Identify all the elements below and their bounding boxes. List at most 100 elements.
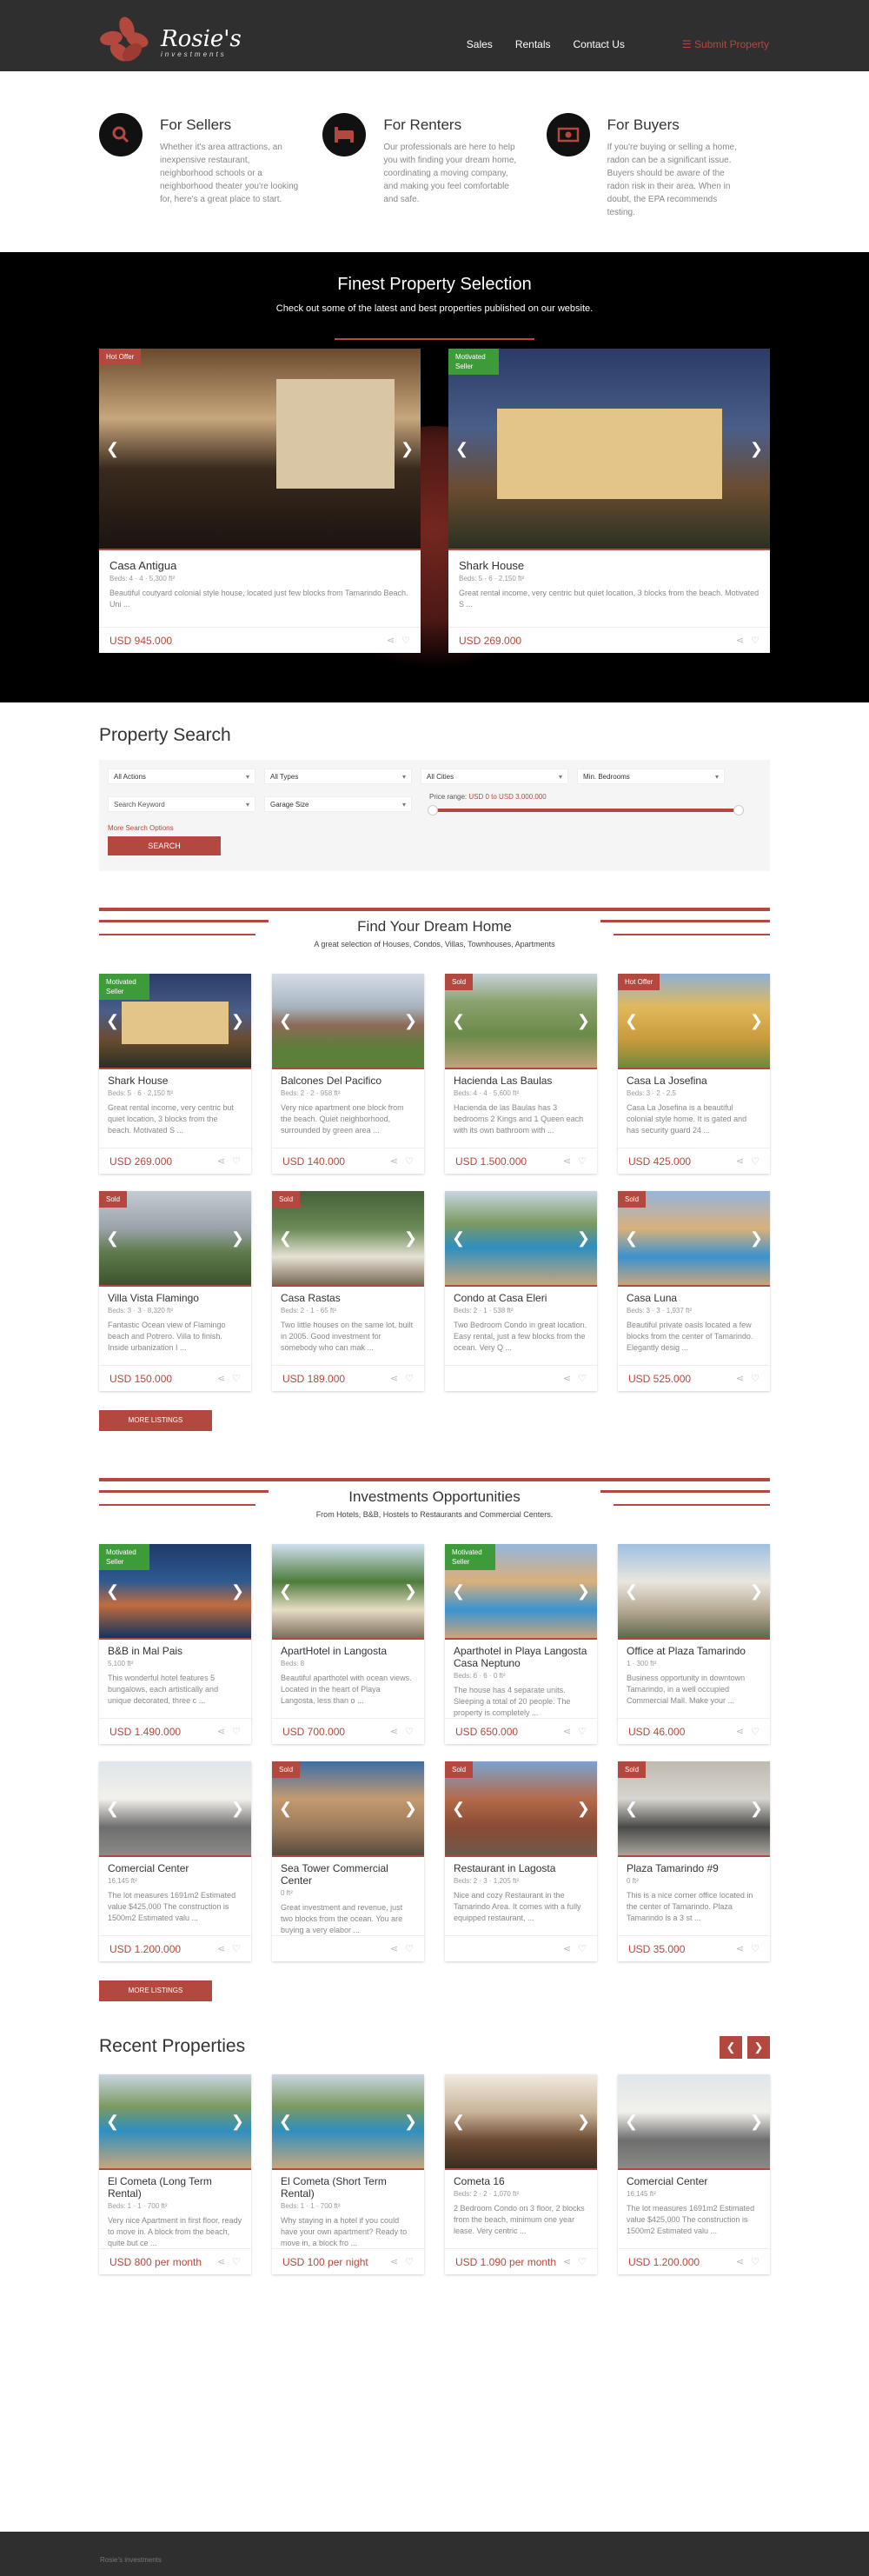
property-title[interactable]: Casa Rastas	[281, 1292, 415, 1304]
chevron-right-icon[interactable]: ❯	[404, 1582, 417, 1600]
heart-icon[interactable]: ♡	[405, 1943, 414, 1954]
property-title[interactable]: Cometa 16	[454, 2175, 588, 2187]
property-title[interactable]: Condo at Casa Eleri	[454, 1292, 588, 1304]
keyword-input[interactable]: Search Keyword	[108, 796, 255, 813]
heart-icon[interactable]: ♡	[578, 1155, 587, 1167]
property-title[interactable]: El Cometa (Long Term Rental)	[108, 2175, 242, 2200]
heart-icon[interactable]: ♡	[751, 1373, 760, 1384]
chevron-left-icon[interactable]: ❮	[279, 1800, 292, 1817]
property-photo[interactable]: Sold ❮ ❯	[618, 1191, 770, 1287]
chevron-left-icon[interactable]: ❮	[452, 1582, 465, 1600]
chevron-right-icon[interactable]: ❯	[401, 440, 414, 457]
chevron-left-icon[interactable]: ❮	[625, 1800, 638, 1817]
share-icon[interactable]: ⋖	[217, 1155, 225, 1167]
chevron-left-icon[interactable]: ❮	[106, 1582, 119, 1600]
chevron-right-icon[interactable]: ❯	[404, 1229, 417, 1247]
chevron-right-icon[interactable]: ❯	[750, 2113, 763, 2130]
nav-sales[interactable]: Sales	[467, 38, 493, 50]
property-card[interactable]: Sold ❮ ❯ Casa Luna Beds: 3 · 3 · 1,937 f…	[618, 1191, 770, 1391]
property-title[interactable]: Shark House	[459, 559, 760, 572]
share-icon[interactable]: ⋖	[390, 2256, 398, 2267]
share-icon[interactable]: ⋖	[217, 2256, 225, 2267]
share-icon[interactable]: ⋖	[217, 1726, 225, 1737]
share-icon[interactable]: ⋖	[563, 1726, 571, 1737]
property-photo[interactable]: ❮ ❯	[272, 2074, 424, 2170]
submit-property-link[interactable]: ☰ Submit Property	[682, 38, 769, 50]
chevron-left-icon[interactable]: ❮	[625, 1012, 638, 1029]
heart-icon[interactable]: ♡	[751, 635, 760, 646]
heart-icon[interactable]: ♡	[578, 1943, 587, 1954]
chevron-right-icon[interactable]: ❯	[750, 1012, 763, 1029]
heart-icon[interactable]: ♡	[405, 1373, 414, 1384]
property-photo[interactable]: ❮ ❯	[99, 2074, 251, 2170]
property-photo[interactable]: Motivated Seller ❮ ❯	[99, 974, 251, 1069]
property-photo[interactable]: Sold ❮ ❯	[618, 1761, 770, 1857]
heart-icon[interactable]: ♡	[405, 1155, 414, 1167]
property-title[interactable]: El Cometa (Short Term Rental)	[281, 2175, 415, 2200]
property-title[interactable]: Comercial Center	[627, 2175, 761, 2187]
chevron-left-icon[interactable]: ❮	[452, 1012, 465, 1029]
chevron-right-icon[interactable]: ❯	[231, 1582, 244, 1600]
chevron-right-icon[interactable]: ❯	[577, 1012, 590, 1029]
property-card[interactable]: ❮ ❯ Condo at Casa Eleri Beds: 2 · 1 · 53…	[445, 1191, 597, 1391]
heart-icon[interactable]: ♡	[232, 1373, 241, 1384]
property-title[interactable]: Casa Luna	[627, 1292, 761, 1304]
chevron-left-icon[interactable]: ❮	[452, 1800, 465, 1817]
chevron-right-icon[interactable]: ❯	[750, 1229, 763, 1247]
property-photo[interactable]: Sold ❮ ❯	[99, 1191, 251, 1287]
heart-icon[interactable]: ♡	[232, 1726, 241, 1737]
share-icon[interactable]: ⋖	[390, 1155, 398, 1167]
share-icon[interactable]: ⋖	[736, 635, 744, 646]
property-photo[interactable]: ❮ ❯	[618, 1544, 770, 1640]
chevron-right-icon[interactable]: ❯	[750, 440, 763, 457]
types-select[interactable]: All Types	[264, 769, 412, 785]
share-icon[interactable]: ⋖	[217, 1943, 225, 1954]
chevron-right-icon[interactable]: ❯	[577, 2113, 590, 2130]
share-icon[interactable]: ⋖	[390, 1943, 398, 1954]
chevron-left-icon[interactable]: ❮	[452, 1229, 465, 1247]
property-title[interactable]: Comercial Center	[108, 1862, 242, 1874]
share-icon[interactable]: ⋖	[390, 1726, 398, 1737]
property-card[interactable]: ❮ ❯ Comercial Center 16,145 ft² The lot …	[99, 1761, 251, 1961]
chevron-right-icon[interactable]: ❯	[231, 1229, 244, 1247]
nav-contact-us[interactable]: Contact Us	[574, 38, 625, 50]
chevron-left-icon[interactable]: ❮	[106, 2113, 119, 2130]
property-photo[interactable]: Motivated Seller ❮ ❯	[448, 349, 770, 550]
heart-icon[interactable]: ♡	[405, 1726, 414, 1737]
chevron-right-icon[interactable]: ❯	[231, 1800, 244, 1817]
property-card[interactable]: ❮ ❯ Balcones Del Pacifico Beds: 2 · 2 · …	[272, 974, 424, 1174]
share-icon[interactable]: ⋖	[390, 1373, 398, 1384]
property-photo[interactable]: ❮ ❯	[99, 1761, 251, 1857]
chevron-left-icon[interactable]: ❮	[625, 2113, 638, 2130]
more-listings-button[interactable]: MORE LISTINGS	[99, 1410, 212, 1431]
property-card[interactable]: Motivated Seller ❮ ❯ Shark House Beds: 5…	[448, 349, 770, 653]
property-card[interactable]: Sold ❮ ❯ Casa Rastas Beds: 2 · 1 · 65 ft…	[272, 1191, 424, 1391]
chevron-right-icon[interactable]: ❯	[404, 2113, 417, 2130]
share-icon[interactable]: ⋖	[387, 635, 395, 646]
property-card[interactable]: Motivated Seller ❮ ❯ B&B in Mal Pais 5,1…	[99, 1544, 251, 1744]
property-card[interactable]: Sold ❮ ❯ Sea Tower Commercial Center 0 f…	[272, 1761, 424, 1961]
heart-icon[interactable]: ♡	[232, 1155, 241, 1167]
chevron-left-icon[interactable]: ❮	[452, 2113, 465, 2130]
property-title[interactable]: Balcones Del Pacifico	[281, 1075, 415, 1087]
property-title[interactable]: Restaurant in Lagosta	[454, 1862, 588, 1874]
share-icon[interactable]: ⋖	[563, 1943, 571, 1954]
property-photo[interactable]: Hot Offer ❮ ❯	[618, 974, 770, 1069]
property-photo[interactable]: ❮ ❯	[445, 2074, 597, 2170]
chevron-left-icon[interactable]: ❮	[625, 1582, 638, 1600]
chevron-right-icon[interactable]: ❯	[404, 1012, 417, 1029]
property-title[interactable]: ApartHotel in Langosta	[281, 1645, 415, 1657]
property-card[interactable]: Hot Offer ❮ ❯ Casa La Josefina Beds: 3 ·…	[618, 974, 770, 1174]
heart-icon[interactable]: ♡	[232, 2256, 241, 2267]
property-card[interactable]: ❮ ❯ Office at Plaza Tamarindo 1 · 300 ft…	[618, 1544, 770, 1744]
share-icon[interactable]: ⋖	[563, 1373, 571, 1384]
property-photo[interactable]: Sold ❮ ❯	[445, 1761, 597, 1857]
property-card[interactable]: ❮ ❯ Cometa 16 Beds: 2 · 2 · 1,070 ft² 2 …	[445, 2074, 597, 2274]
price-range-slider[interactable]	[428, 805, 744, 815]
chevron-right-icon[interactable]: ❯	[577, 1582, 590, 1600]
cities-select[interactable]: All Cities	[421, 769, 568, 785]
chevron-left-icon[interactable]: ❮	[279, 1582, 292, 1600]
property-card[interactable]: Sold ❮ ❯ Plaza Tamarindo #9 0 ft² This i…	[618, 1761, 770, 1961]
chevron-right-icon[interactable]: ❯	[231, 1012, 244, 1029]
share-icon[interactable]: ⋖	[563, 1155, 571, 1167]
